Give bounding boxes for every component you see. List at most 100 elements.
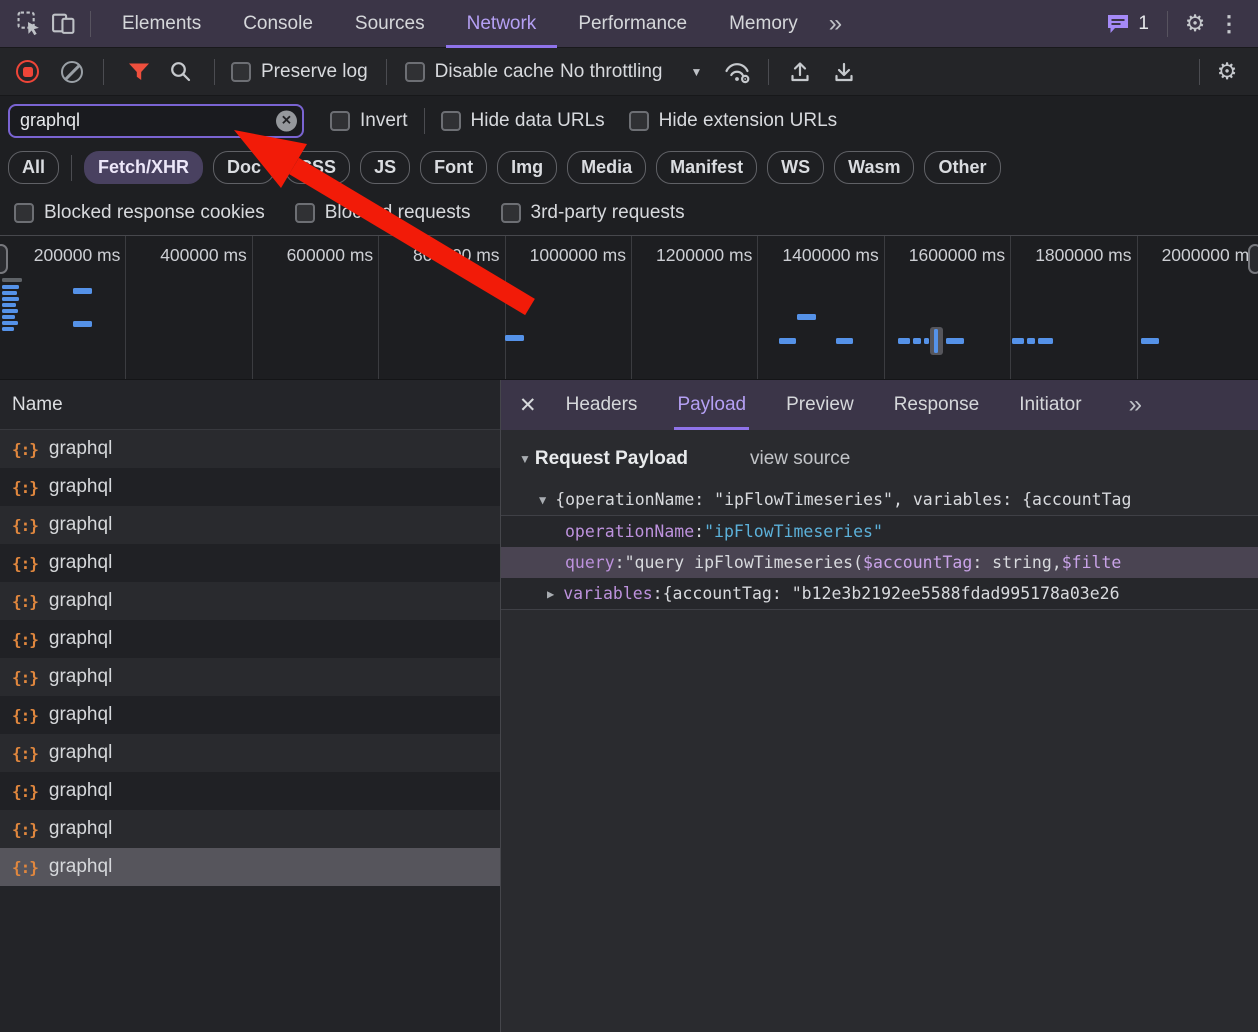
- tab-initiator[interactable]: Initiator: [1016, 380, 1084, 430]
- tab-network[interactable]: Network: [446, 0, 558, 48]
- request-row[interactable]: {:}graphql: [0, 696, 500, 734]
- blocked-requests-checkbox[interactable]: [295, 203, 315, 223]
- json-request-icon: {:}: [12, 858, 38, 877]
- divider: [214, 59, 215, 85]
- chip-other[interactable]: Other: [924, 151, 1000, 184]
- chip-font[interactable]: Font: [420, 151, 487, 184]
- record-network-log-icon[interactable]: [16, 60, 39, 83]
- request-payload-section[interactable]: ▼ Request Payload view source: [501, 442, 1258, 476]
- preserve-log-checkbox[interactable]: [231, 62, 251, 82]
- clear-network-log-icon[interactable]: [61, 61, 83, 83]
- timeline-bar: [2, 278, 22, 282]
- json-request-icon: {:}: [12, 440, 38, 459]
- hide-extension-urls-checkbox[interactable]: [629, 111, 649, 131]
- request-row[interactable]: {:} graphql: [0, 620, 500, 658]
- chip-js[interactable]: JS: [360, 151, 410, 184]
- chip-manifest[interactable]: Manifest: [656, 151, 757, 184]
- timeline-bar: [2, 315, 15, 319]
- request-name: graphql: [49, 514, 112, 536]
- chip-media[interactable]: Media: [567, 151, 646, 184]
- request-name: graphql: [49, 780, 112, 802]
- request-row[interactable]: {:}graphql: [0, 544, 500, 582]
- collapse-triangle-icon[interactable]: ▼: [519, 452, 531, 466]
- blocked-requests-option: Blocked requests: [295, 202, 471, 224]
- import-har-icon[interactable]: [783, 55, 817, 89]
- filter-bar: ✕ Invert Hide data URLs Hide extension U…: [0, 96, 1258, 145]
- filter-input[interactable]: [8, 104, 304, 138]
- third-party-requests-checkbox[interactable]: [501, 203, 521, 223]
- chip-wasm[interactable]: Wasm: [834, 151, 914, 184]
- expand-triangle-icon[interactable]: ▶: [547, 587, 554, 601]
- disable-cache-checkbox[interactable]: [405, 62, 425, 82]
- invert-checkbox[interactable]: [330, 111, 350, 131]
- request-row[interactable]: {:}graphql: [0, 468, 500, 506]
- tab-performance[interactable]: Performance: [557, 0, 708, 48]
- payload-summary-row[interactable]: ▼ {operationName: "ipFlowTimeseries", va…: [501, 484, 1258, 515]
- view-source-link[interactable]: view source: [750, 448, 850, 470]
- request-row[interactable]: {:}graphql: [0, 772, 500, 810]
- timeline-bar: [2, 303, 16, 307]
- tab-console[interactable]: Console: [222, 0, 334, 48]
- request-row[interactable]: {:}graphql: [0, 582, 500, 620]
- chip-doc[interactable]: Doc: [213, 151, 275, 184]
- chip-css[interactable]: CSS: [285, 151, 350, 184]
- tab-label: Sources: [355, 13, 425, 35]
- json-request-icon: {:}: [12, 706, 38, 725]
- chip-img[interactable]: Img: [497, 151, 557, 184]
- issues-counter[interactable]: 1: [1098, 13, 1157, 35]
- clear-filter-icon[interactable]: ✕: [276, 110, 297, 131]
- tab-memory[interactable]: Memory: [708, 0, 819, 48]
- divider: [71, 155, 72, 181]
- payload-variables-row[interactable]: ▶ variables: {accountTag: "b12e3b2192ee5…: [501, 578, 1258, 609]
- request-row-selected[interactable]: {:}graphql: [0, 848, 500, 886]
- tab-response[interactable]: Response: [891, 380, 983, 430]
- timeline-overview[interactable]: 200000 ms400000 ms600000 ms800000 ms1000…: [0, 235, 1258, 380]
- payload-key: query: [565, 553, 615, 572]
- json-request-icon: {:}: [12, 630, 38, 649]
- request-row[interactable]: {:}graphql: [0, 430, 500, 468]
- hide-data-urls-checkbox[interactable]: [441, 111, 461, 131]
- overview-grip[interactable]: [1248, 244, 1258, 274]
- kebab-menu-icon[interactable]: ⋮: [1212, 7, 1246, 41]
- request-name: graphql: [49, 742, 112, 764]
- name-column-header[interactable]: Name: [0, 380, 500, 430]
- close-details-icon[interactable]: ✕: [519, 393, 537, 418]
- filter-icon[interactable]: [122, 55, 156, 89]
- tab-payload[interactable]: Payload: [674, 380, 749, 430]
- timeline-bar: [2, 327, 14, 331]
- inspect-element-icon[interactable]: [12, 7, 46, 41]
- throttling-select[interactable]: No throttling ▼: [560, 61, 702, 83]
- settings-gear-icon[interactable]: ⚙: [1178, 7, 1212, 41]
- device-toolbar-icon[interactable]: [46, 7, 80, 41]
- payload-value: "query ipFlowTimeseries(: [625, 553, 863, 572]
- more-details-tabs-icon[interactable]: »: [1119, 391, 1150, 419]
- request-row[interactable]: {:}graphql: [0, 506, 500, 544]
- tab-preview[interactable]: Preview: [783, 380, 857, 430]
- network-settings-gear-icon[interactable]: ⚙: [1210, 55, 1244, 89]
- chip-ws[interactable]: WS: [767, 151, 824, 184]
- payload-query-row-selected[interactable]: query: "query ipFlowTimeseries($accountT…: [501, 547, 1258, 578]
- search-icon[interactable]: [164, 55, 198, 89]
- overview-grip[interactable]: [0, 244, 8, 274]
- timeline-bar: [1012, 338, 1024, 344]
- chip-fetch-xhr[interactable]: Fetch/XHR: [84, 151, 203, 184]
- tab-elements[interactable]: Elements: [101, 0, 222, 48]
- invert-label: Invert: [360, 110, 408, 132]
- request-name: graphql: [49, 628, 112, 650]
- tab-headers[interactable]: Headers: [563, 380, 641, 430]
- blocked-response-cookies-checkbox[interactable]: [14, 203, 34, 223]
- chip-all[interactable]: All: [8, 151, 59, 184]
- blocked-response-cookies-option: Blocked response cookies: [14, 202, 265, 224]
- more-tabs-icon[interactable]: »: [819, 10, 850, 38]
- timeline-bar: [2, 285, 19, 289]
- collapse-triangle-icon[interactable]: ▼: [539, 493, 546, 507]
- request-row[interactable]: {:}graphql: [0, 810, 500, 848]
- request-row[interactable]: {:}graphql: [0, 734, 500, 772]
- hide-data-urls-label: Hide data URLs: [471, 110, 605, 132]
- hide-extension-urls-option: Hide extension URLs: [629, 110, 837, 132]
- payload-operation-row[interactable]: operationName: "ipFlowTimeseries": [501, 516, 1258, 547]
- export-har-icon[interactable]: [827, 55, 861, 89]
- network-conditions-icon[interactable]: [720, 55, 754, 89]
- request-row[interactable]: {:}graphql: [0, 658, 500, 696]
- tab-sources[interactable]: Sources: [334, 0, 446, 48]
